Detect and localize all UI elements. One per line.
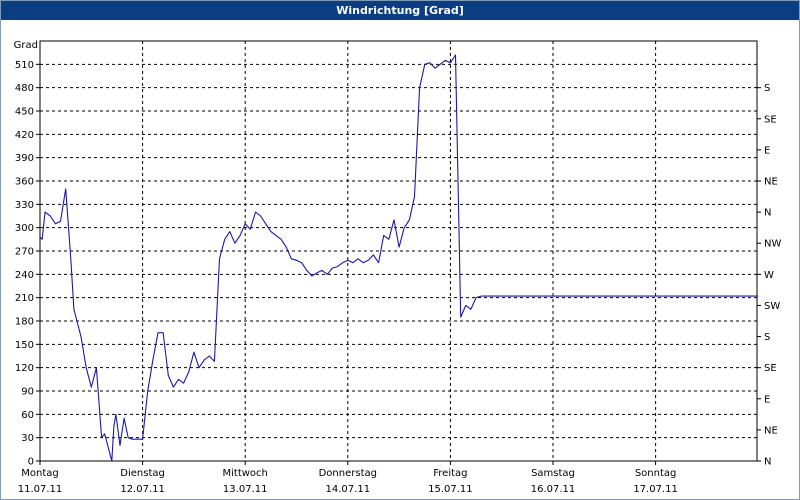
right-tick-label: N — [764, 208, 771, 219]
right-tick-label: S — [764, 83, 770, 94]
y-tick-label: 390 — [15, 153, 34, 164]
x-tick-day: Donnerstag — [319, 468, 377, 479]
y-tick-label: 510 — [15, 60, 34, 71]
x-tick-labels: Montag 11.07.11 Dienstag 12.07.11 Mittwoch 13… — [18, 461, 678, 495]
x-tick-day: Mittwoch — [223, 468, 268, 479]
y-tick-label: 150 — [15, 340, 34, 351]
x-tick-date: 15.07.11 — [428, 484, 473, 495]
right-tick-label: NE — [764, 177, 778, 188]
right-tick-label: S — [764, 332, 770, 343]
x-tick-day: Freitag — [433, 468, 467, 479]
y-tick-label: 270 — [15, 247, 34, 258]
right-tick-label: N — [764, 457, 771, 468]
x-tick-date: 12.07.11 — [120, 484, 165, 495]
x-tick-day: Samstag — [531, 468, 575, 479]
x-tick-date: 14.07.11 — [326, 484, 371, 495]
x-tick-day: Montag — [21, 468, 58, 479]
y-tick-label: 450 — [15, 107, 34, 118]
y-axis-label: Grad — [14, 40, 38, 51]
y-tick-label: 480 — [15, 83, 34, 94]
x-tick-date: 13.07.11 — [223, 484, 268, 495]
right-tick-label: NW — [764, 239, 781, 250]
y-tick-label: 180 — [15, 317, 34, 328]
right-tick-label: E — [764, 145, 770, 156]
right-tick-label: SW — [764, 301, 780, 312]
right-tick-label: SE — [764, 363, 777, 374]
right-tick-labels: N NE E SE S SW W NW N NE E SE S — [757, 83, 781, 468]
x-tick-date: 17.07.11 — [633, 484, 678, 495]
plot-border — [39, 40, 758, 462]
y-tick-labels: 0 30 60 90 120 150 180 210 240 270 300 330 360 390 420… — [15, 60, 40, 468]
y-tick-label: 240 — [15, 270, 34, 281]
series-line-windrichtung — [39, 54, 759, 462]
right-tick-label: E — [764, 394, 770, 405]
y-tick-label: 0 — [28, 457, 34, 468]
y-tick-label: 30 — [21, 433, 34, 444]
y-tick-label: 120 — [15, 363, 34, 374]
y-tick-label: 300 — [15, 223, 34, 234]
right-tick-label: W — [764, 270, 774, 281]
grid-lines — [40, 41, 757, 461]
y-tick-label: 90 — [21, 387, 34, 398]
x-tick-day: Dienstag — [120, 468, 165, 479]
x-tick-day: Sonntag — [635, 468, 677, 479]
y-tick-label: 210 — [15, 293, 34, 304]
y-tick-label: 420 — [15, 130, 34, 141]
x-tick-date: 11.07.11 — [18, 484, 63, 495]
x-tick-date: 16.07.11 — [531, 484, 576, 495]
y-tick-label: 330 — [15, 200, 34, 211]
y-tick-label: 360 — [15, 177, 34, 188]
right-tick-label: SE — [764, 114, 777, 125]
series-layer — [39, 54, 759, 462]
y-tick-label: 60 — [21, 410, 34, 421]
right-tick-label: NE — [764, 425, 778, 436]
chart-canvas: Grad 0 30 60 90 120 150 180 210 240 270 300 330 360 3… — [14, 40, 782, 495]
